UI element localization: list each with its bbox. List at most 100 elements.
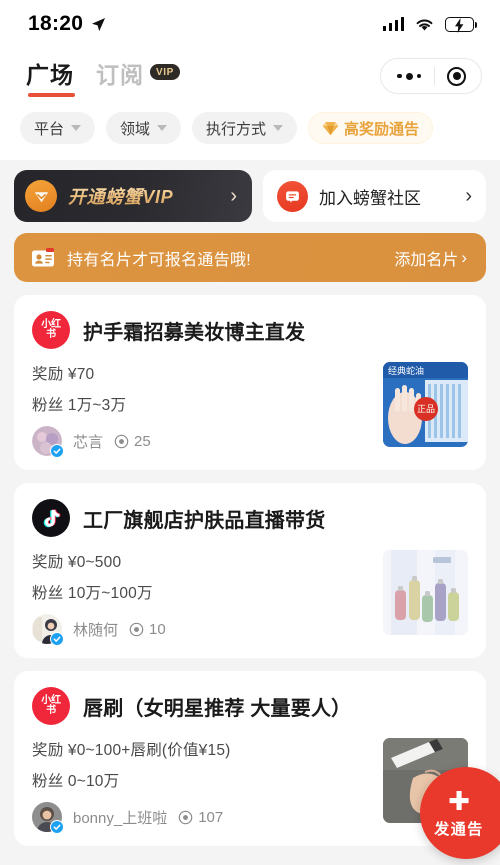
job-meta: 奖励 ¥0~100+唇刷(价值¥15) 粉丝 0~10万 bonny_上班啦 1…	[32, 738, 369, 834]
chevron-right-icon: ›	[230, 184, 237, 207]
signal-bars-icon	[382, 17, 404, 31]
notice-text: 持有名片才可报名通告哦!	[67, 251, 252, 269]
avatar	[32, 426, 64, 458]
platform-douyin-icon	[32, 499, 70, 537]
status-time: 18:20	[28, 12, 84, 35]
job-reward: 奖励 ¥0~500	[32, 554, 122, 571]
job-title: 唇刷（女明星推荐 大量要人）	[83, 697, 352, 720]
job-header: 工厂旗舰店护肤品直播带货	[32, 499, 468, 537]
plus-icon: ✚	[448, 785, 470, 816]
job-fans: 粉丝 0~10万	[32, 773, 120, 790]
job-footer: bonny_上班啦 107	[32, 802, 369, 834]
job-reward: 奖励 ¥70	[32, 366, 95, 383]
status-bar-left: 18:20	[28, 12, 106, 36]
verified-badge-icon	[50, 632, 64, 646]
status-bar-right	[382, 16, 478, 33]
filter-high-reward-label: 高奖励通告	[344, 120, 420, 138]
add-namecard-button[interactable]: 添加名片 ›	[394, 246, 467, 270]
vip-badge: VIP	[150, 64, 180, 81]
tab-subscribe-label: 订阅	[96, 61, 144, 88]
chat-bubble-icon	[277, 180, 308, 212]
job-title: 护手霜招募美妆博主直发	[83, 321, 306, 344]
target-circle-icon[interactable]	[435, 66, 478, 86]
add-namecard-label: 添加名片	[394, 251, 459, 269]
main-content: 开通螃蟹VIP › 加入螃蟹社区 › 持有名片才可报名通告哦! 添加名片 › 小…	[0, 170, 500, 846]
job-body: 奖励 ¥70 粉丝 1万~3万 芯言 25 经典蛇油 正品	[32, 362, 468, 458]
id-card-icon	[32, 247, 54, 266]
battery-charging-icon	[445, 16, 478, 33]
platform-xiaohongshu-icon: 小红书	[32, 311, 70, 349]
wifi-icon	[416, 19, 433, 30]
job-footer: 芯言 25	[32, 426, 369, 458]
chevron-down-icon	[273, 125, 284, 131]
miniprogram-capsule	[380, 58, 482, 94]
job-meta: 奖励 ¥70 粉丝 1万~3万 芯言 25	[32, 362, 369, 458]
svg-text:正品: 正品	[417, 404, 435, 415]
eye-icon	[114, 434, 129, 448]
filter-platform[interactable]: 平台	[20, 112, 96, 144]
job-meta: 奖励 ¥0~500 粉丝 10万~100万 林随何 10	[32, 550, 369, 646]
filter-execution-label: 执行方式	[206, 120, 267, 138]
job-views-count: 107	[198, 808, 224, 826]
job-reward: 奖励 ¥0~100+唇刷(价值¥15)	[32, 742, 231, 759]
status-bar: 18:20	[0, 0, 500, 48]
job-views-count: 10	[149, 620, 166, 638]
tab-list: 广场 订阅 VIP	[26, 56, 180, 97]
more-dots-icon[interactable]	[384, 72, 434, 80]
job-views: 10	[129, 621, 166, 638]
namecard-notice-bar[interactable]: 持有名片才可报名通告哦! 添加名片 ›	[14, 233, 486, 282]
filter-chip-row: 平台 领域 执行方式 高奖励通告	[0, 104, 500, 160]
join-community-label: 加入螃蟹社区	[319, 188, 421, 208]
eye-icon	[129, 622, 144, 636]
job-views: 107	[178, 809, 223, 826]
job-card[interactable]: 工厂旗舰店护肤品直播带货 奖励 ¥0~500 粉丝 10万~100万 林随何 1…	[14, 483, 486, 658]
job-card[interactable]: 小红书 唇刷（女明星推荐 大量要人） 奖励 ¥0~100+唇刷(价值¥15) 粉…	[14, 671, 486, 846]
join-community-banner[interactable]: 加入螃蟹社区 ›	[263, 170, 486, 222]
job-username: 芯言	[73, 433, 104, 451]
verified-badge-icon	[50, 820, 64, 834]
eye-icon	[178, 810, 193, 824]
avatar	[32, 802, 64, 834]
job-header: 小红书 护手霜招募美妆博主直发	[32, 311, 468, 349]
job-card[interactable]: 小红书 护手霜招募美妆博主直发 奖励 ¥70 粉丝 1万~3万 芯言 25 经典…	[14, 295, 486, 470]
tab-plaza-label: 广场	[26, 61, 74, 88]
filter-execution[interactable]: 执行方式	[192, 112, 298, 144]
platform-xiaohongshu-icon: 小红书	[32, 687, 70, 725]
platform-label: 小红书	[41, 318, 61, 340]
filter-category-label: 领域	[120, 120, 151, 138]
chevron-down-icon	[71, 125, 82, 131]
svg-text:经典蛇油: 经典蛇油	[388, 365, 424, 377]
open-vip-banner[interactable]: 开通螃蟹VIP ›	[14, 170, 252, 222]
filter-high-reward[interactable]: 高奖励通告	[308, 112, 434, 144]
job-username: bonny_上班啦	[73, 809, 168, 827]
job-thumbnail: 经典蛇油 正品	[383, 362, 468, 447]
platform-label: 小红书	[41, 694, 61, 716]
job-title: 工厂旗舰店护肤品直播带货	[83, 509, 326, 532]
app-screen: 18:20 广场 订阅 VIP 平台 领域 执行方式 高奖励通告 开通螃蟹VIP…	[0, 0, 500, 865]
diamond-icon	[322, 121, 339, 135]
job-thumbnail	[383, 550, 468, 635]
job-username: 林随何	[73, 621, 119, 639]
tab-subscribe[interactable]: 订阅 VIP	[96, 56, 180, 97]
job-footer: 林随何 10	[32, 614, 369, 646]
tab-plaza[interactable]: 广场	[26, 56, 75, 97]
job-header: 小红书 唇刷（女明星推荐 大量要人）	[32, 687, 468, 725]
location-arrow-icon	[92, 17, 106, 31]
verified-badge-icon	[50, 444, 64, 458]
filter-platform-label: 平台	[34, 120, 65, 138]
job-body: 奖励 ¥0~500 粉丝 10万~100万 林随何 10	[32, 550, 468, 646]
job-fans: 粉丝 1万~3万	[32, 397, 127, 414]
vip-diamond-icon	[25, 180, 57, 212]
top-nav: 广场 订阅 VIP	[0, 48, 500, 104]
avatar	[32, 614, 64, 646]
job-body: 奖励 ¥0~100+唇刷(价值¥15) 粉丝 0~10万 bonny_上班啦 1…	[32, 738, 468, 834]
fab-label: 发通告	[434, 820, 484, 838]
job-views: 25	[114, 433, 151, 450]
chevron-right-icon: ›	[465, 184, 472, 207]
filter-category[interactable]: 领域	[106, 112, 182, 144]
open-vip-label: 开通螃蟹VIP	[68, 183, 173, 209]
job-views-count: 25	[134, 432, 151, 450]
promo-row: 开通螃蟹VIP › 加入螃蟹社区 ›	[14, 170, 486, 222]
chevron-right-icon: ›	[461, 247, 467, 267]
chevron-down-icon	[157, 125, 168, 131]
